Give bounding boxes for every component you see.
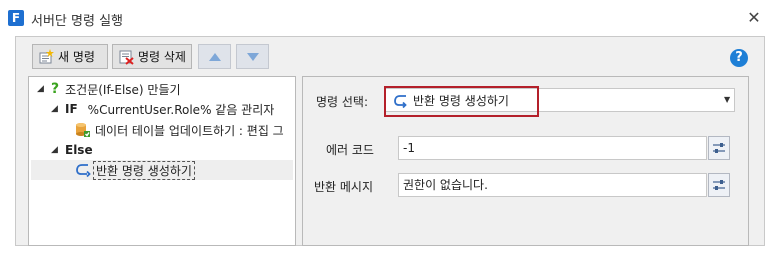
tree-item-if[interactable]: ◢ IF %CurrentUser.Role% 같음 관리자 <box>51 99 274 119</box>
settings-sliders-icon <box>713 180 725 190</box>
return-message-label: 반환 메시지 <box>314 180 374 194</box>
else-keyword: Else <box>65 143 93 157</box>
delete-command-icon <box>119 50 134 65</box>
settings-sliders-icon <box>713 143 725 153</box>
tree-item-return-command[interactable]: 반환 명령 생성하기 <box>31 160 293 180</box>
collapse-toggle-icon[interactable]: ◢ <box>51 145 61 155</box>
arrow-up-icon <box>208 52 221 61</box>
if-keyword: IF <box>65 102 78 116</box>
delete-command-label: 명령 삭제 <box>138 50 186 64</box>
if-condition-label: %CurrentUser.Role% 같음 관리자 <box>87 102 275 117</box>
condition-question-icon: ? <box>51 81 60 97</box>
move-down-button[interactable] <box>236 44 269 69</box>
collapse-toggle-icon[interactable]: ◢ <box>37 84 47 94</box>
new-command-icon <box>39 48 54 63</box>
error-code-edit-button[interactable] <box>708 136 730 160</box>
new-command-button[interactable]: 새 명령 <box>32 44 108 69</box>
tree-item-update-table[interactable]: 데이터 테이블 업데이트하기 : 편집 그 <box>75 120 284 140</box>
return-message-edit-button[interactable] <box>708 173 730 197</box>
tree-item-return-command-label: 반환 명령 생성하기 <box>93 160 195 180</box>
new-command-label: 새 명령 <box>58 50 95 64</box>
help-icon[interactable]: ? <box>730 49 748 67</box>
title-bar: F 서버단 명령 실행 ✕ <box>0 0 779 36</box>
command-select-label: 명령 선택: <box>316 95 369 109</box>
tree-item-root[interactable]: ◢ ? 조건문(If-Else) 만들기 <box>37 79 181 99</box>
error-code-label: 에러 코드 <box>326 143 374 157</box>
command-tree: ◢ ? 조건문(If-Else) 만들기 ◢ IF %CurrentUser.R… <box>28 76 296 246</box>
tree-item-update-table-label: 데이터 테이블 업데이트하기 : 편집 그 <box>95 123 284 138</box>
app-logo-icon: F <box>8 10 24 26</box>
return-arrow-icon <box>76 164 91 178</box>
tree-item-else[interactable]: ◢ Else <box>51 140 103 160</box>
delete-command-button[interactable]: 명령 삭제 <box>112 44 192 69</box>
chevron-down-icon[interactable]: ▼ <box>724 95 730 104</box>
move-up-button[interactable] <box>198 44 231 69</box>
highlight-box <box>384 86 539 117</box>
collapse-toggle-icon[interactable]: ◢ <box>51 104 61 114</box>
window-title: 서버단 명령 실행 <box>31 14 123 29</box>
close-button[interactable]: ✕ <box>745 9 763 27</box>
error-code-field[interactable]: -1 <box>398 136 707 160</box>
database-update-icon <box>76 123 90 137</box>
arrow-down-icon <box>246 52 259 61</box>
return-message-field[interactable]: 권한이 없습니다. <box>398 173 707 197</box>
tree-item-root-label: 조건문(If-Else) 만들기 <box>65 82 181 97</box>
